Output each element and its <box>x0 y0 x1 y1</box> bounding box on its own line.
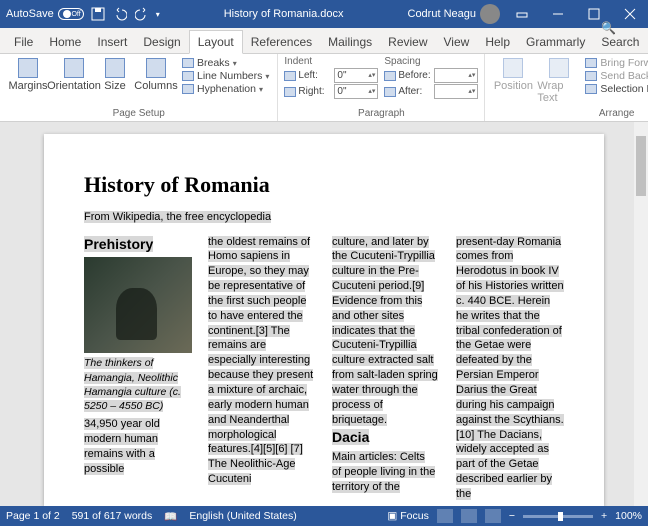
page: History of Romania From Wikipedia, the f… <box>44 134 604 506</box>
redo-icon[interactable] <box>134 6 150 22</box>
indent-left-icon <box>284 71 296 81</box>
spacing-after-input[interactable]: ▴▾ <box>434 84 478 99</box>
tab-insert[interactable]: Insert <box>89 31 135 53</box>
indent-left-input[interactable]: 0"▴▾ <box>334 68 378 83</box>
figure-hamangia <box>84 257 192 353</box>
spacing-before-icon <box>384 71 396 81</box>
document-area[interactable]: History of Romania From Wikipedia, the f… <box>0 122 648 506</box>
breaks-button[interactable]: Breaks▾ <box>180 57 271 69</box>
status-proofing-icon[interactable]: 📖 <box>164 510 177 523</box>
heading-dacia: Dacia <box>332 428 440 447</box>
figure-caption: The thinkers of Hamangia, Neolithic Hama… <box>84 356 192 413</box>
status-words[interactable]: 591 of 617 words <box>72 510 153 522</box>
tab-grammarly[interactable]: Grammarly <box>518 31 593 53</box>
indent-right-input[interactable]: 0"▴▾ <box>334 84 378 99</box>
undo-icon[interactable] <box>112 6 128 22</box>
group-arrange: Position Wrap Text Bring Forward▾ Send B… <box>485 54 648 121</box>
heading-prehistory: Prehistory <box>84 235 192 254</box>
vertical-scrollbar[interactable] <box>634 122 648 506</box>
zoom-level[interactable]: 100% <box>615 510 642 522</box>
orientation-button[interactable]: Orientation <box>52 56 96 92</box>
tab-file[interactable]: File <box>6 31 41 53</box>
tab-references[interactable]: References <box>243 31 320 53</box>
web-layout-icon[interactable] <box>485 509 501 523</box>
tab-mailings[interactable]: Mailings <box>320 31 380 53</box>
ribbon-options-icon[interactable] <box>508 0 536 28</box>
print-layout-icon[interactable] <box>461 509 477 523</box>
tab-layout[interactable]: Layout <box>189 30 243 54</box>
status-page[interactable]: Page 1 of 2 <box>6 510 60 522</box>
tab-view[interactable]: View <box>436 31 478 53</box>
ribbon-tabs: File Home Insert Design Layout Reference… <box>0 28 648 54</box>
title-bar: AutoSave Off ▾ History of Romania.docx C… <box>0 0 648 28</box>
document-title: History of Romania.docx <box>160 8 408 20</box>
margins-button[interactable]: Margins <box>6 56 50 92</box>
wrap-text-button: Wrap Text <box>537 56 581 104</box>
bring-forward-button: Bring Forward▾ <box>583 57 648 69</box>
group-paragraph: Indent Left:0"▴▾ Right:0"▴▾ Spacing Befo… <box>278 54 485 121</box>
zoom-in-icon[interactable]: + <box>601 510 607 522</box>
tab-help[interactable]: Help <box>477 31 518 53</box>
spacing-before-input[interactable]: ▴▾ <box>434 68 478 83</box>
doc-title: History of Romania <box>84 170 564 200</box>
spacing-after-icon <box>384 87 396 97</box>
read-mode-icon[interactable] <box>437 509 453 523</box>
hyphenation-button[interactable]: Hyphenation▾ <box>180 83 271 95</box>
indent-right-icon <box>284 87 296 97</box>
status-bar: Page 1 of 2 591 of 617 words 📖 English (… <box>0 506 648 526</box>
columns-button[interactable]: Columns <box>134 56 178 92</box>
user-account[interactable]: Codrut Neagu <box>408 4 501 24</box>
search-icon: 🔍 <box>601 21 616 35</box>
save-icon[interactable] <box>90 6 106 22</box>
zoom-out-icon[interactable]: − <box>509 510 515 522</box>
avatar <box>480 4 500 24</box>
tab-review[interactable]: Review <box>380 31 435 53</box>
group-page-setup: Margins Orientation Size Columns Breaks▾… <box>0 54 278 121</box>
status-language[interactable]: English (United States) <box>189 510 296 522</box>
doc-subtitle: From Wikipedia, the free encyclopedia <box>84 210 564 225</box>
tab-design[interactable]: Design <box>135 31 188 53</box>
tab-home[interactable]: Home <box>41 31 89 53</box>
search-button[interactable]: 🔍 Search <box>593 17 647 53</box>
selection-pane-button[interactable]: Selection Pane <box>583 83 648 95</box>
size-button[interactable]: Size <box>98 56 132 92</box>
focus-mode-button[interactable]: ▣ Focus <box>387 510 428 522</box>
autosave-toggle[interactable]: AutoSave Off <box>6 8 84 20</box>
minimize-icon[interactable] <box>544 0 572 28</box>
line-numbers-button[interactable]: Line Numbers▾ <box>180 70 271 82</box>
send-backward-button: Send Backward▾ <box>583 70 648 82</box>
doc-columns: Prehistory The thinkers of Hamangia, Neo… <box>84 235 564 502</box>
position-button: Position <box>491 56 535 92</box>
zoom-slider[interactable] <box>523 515 593 518</box>
ribbon: Margins Orientation Size Columns Breaks▾… <box>0 54 648 122</box>
